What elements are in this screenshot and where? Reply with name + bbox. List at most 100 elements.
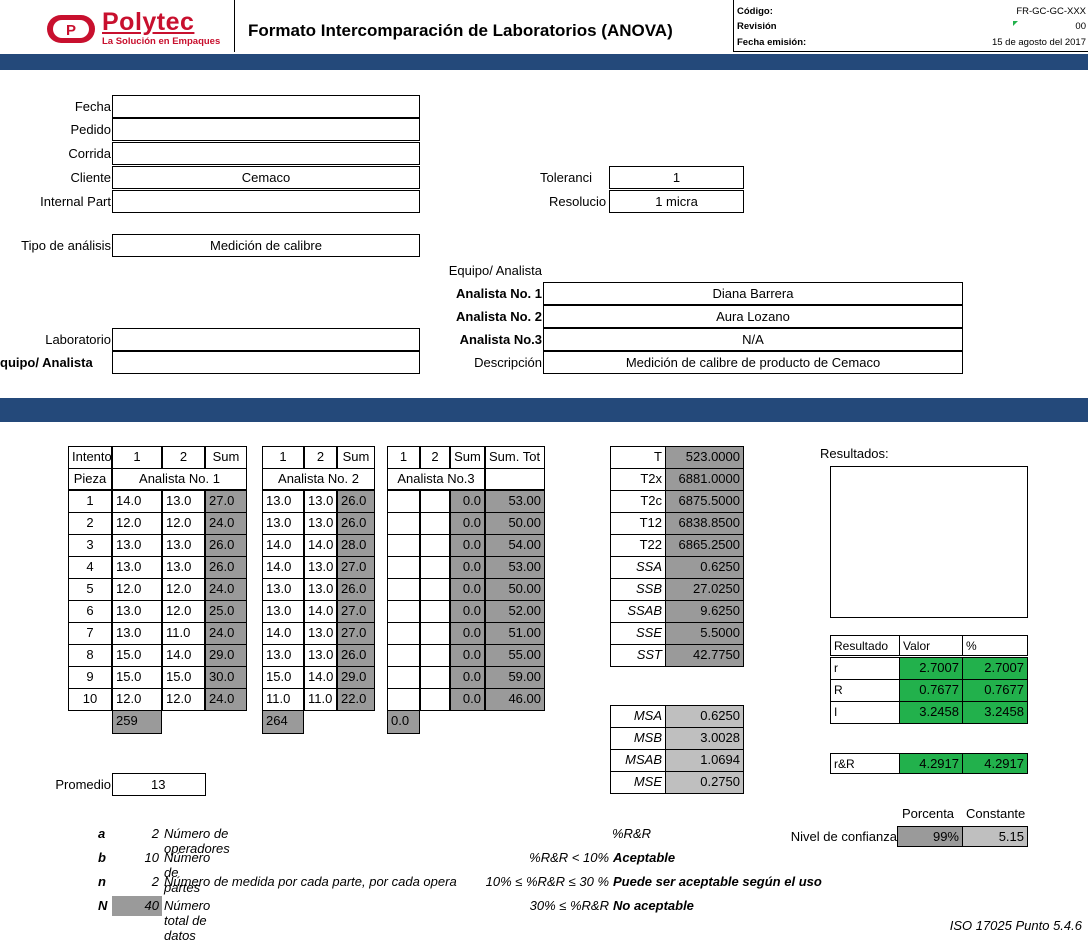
logo: P Polytec La Solución en Empaques [40, 4, 230, 48]
rr-pct: 4.2917 [962, 753, 1028, 774]
promedio-field[interactable]: 13 [112, 773, 206, 796]
resultado-valor: 3.2458 [899, 701, 963, 724]
row-bs: 22.0 [337, 688, 375, 711]
pedido-label: Pedido [70, 122, 111, 137]
row-a2: 12.0 [162, 578, 205, 601]
rr-label: r&R [830, 753, 900, 774]
row-bs: 26.0 [337, 490, 375, 513]
criteria-title: %R&R [612, 826, 652, 841]
ms-value: 0.6250 [665, 705, 744, 728]
row-b2: 13.0 [304, 490, 337, 513]
row-cs: 0.0 [450, 578, 485, 601]
stat-label: T22 [610, 534, 666, 557]
row-a2: 12.0 [162, 512, 205, 535]
total-c: 0.0 [387, 710, 420, 734]
analista3-header: Analista No.3 [387, 468, 485, 490]
analista1-field[interactable]: Diana Barrera [543, 282, 963, 305]
row-pieza: 1 [68, 490, 112, 513]
row-as: 27.0 [205, 490, 247, 513]
internal-part-field[interactable] [112, 190, 420, 213]
logo-tagline: La Solución en Empaques [102, 36, 221, 47]
legend-text: Número de medida por cada parte, por cad… [164, 874, 457, 889]
analista3-field[interactable]: N/A [543, 328, 963, 351]
row-a1: 13.0 [112, 534, 162, 557]
stat-value: 6838.8500 [665, 512, 744, 535]
row-b1: 13.0 [262, 490, 304, 513]
porcenta-label: Porcenta [902, 806, 955, 821]
resultado-valor: 2.7007 [899, 657, 963, 680]
criteria-3-result: No aceptable [613, 898, 694, 913]
row-as: 24.0 [205, 578, 247, 601]
ms-label: MSA [610, 705, 666, 728]
row-tot: 50.00 [485, 578, 545, 601]
row-c2 [420, 600, 450, 623]
ms-label: MSB [610, 727, 666, 750]
total-b: 264 [262, 710, 304, 734]
row-b1: 15.0 [262, 666, 304, 689]
pedido-field[interactable] [112, 118, 420, 141]
row-c2 [420, 666, 450, 689]
row-bs: 27.0 [337, 556, 375, 579]
resultado-pct: 3.2458 [962, 701, 1028, 724]
stat-value: 9.6250 [665, 600, 744, 623]
criteria-2-result: Puede ser aceptable según el uso [613, 874, 822, 889]
revision-label: Revisión [737, 21, 777, 32]
h-c1: 1 [387, 446, 420, 469]
row-b1: 11.0 [262, 688, 304, 711]
row-a1: 15.0 [112, 644, 162, 667]
codigo-label: Código: [737, 6, 773, 17]
row-cs: 0.0 [450, 644, 485, 667]
tolerancia-label: Toleranci [540, 170, 593, 185]
row-cs: 0.0 [450, 622, 485, 645]
nivel-confianza-label: Nivel de confianza [790, 829, 897, 844]
row-c1 [387, 622, 420, 645]
row-a2: 15.0 [162, 666, 205, 689]
row-a2: 14.0 [162, 644, 205, 667]
tolerancia-field[interactable]: 1 [609, 166, 744, 189]
analista1-header: Analista No. 1 [112, 468, 247, 490]
ms-label: MSAB [610, 749, 666, 772]
row-as: 25.0 [205, 600, 247, 623]
equipo-field[interactable] [112, 351, 420, 374]
fecha-field[interactable] [112, 95, 420, 118]
row-b1: 13.0 [262, 512, 304, 535]
row-as: 24.0 [205, 688, 247, 711]
fecha-emision-label: Fecha emisión: [737, 37, 807, 48]
row-cs: 0.0 [450, 512, 485, 535]
ms-label: MSE [610, 771, 666, 794]
resultado-pct: 2.7007 [962, 657, 1028, 680]
row-cs: 0.0 [450, 688, 485, 711]
descripcion-field[interactable]: Medición de calibre de producto de Cemac… [543, 351, 963, 374]
corrida-field[interactable] [112, 142, 420, 165]
row-b2: 13.0 [304, 578, 337, 601]
resultado-valor: 0.7677 [899, 679, 963, 702]
row-c1 [387, 578, 420, 601]
cliente-field[interactable]: Cemaco [112, 166, 420, 189]
row-c1 [387, 644, 420, 667]
row-tot: 50.00 [485, 512, 545, 535]
analista1-label: Analista No. 1 [456, 286, 542, 301]
row-b1: 13.0 [262, 600, 304, 623]
legend-value: 2 [151, 874, 159, 889]
row-pieza: 6 [68, 600, 112, 623]
footer-norm: ISO 17025 Punto 5.4.6 [949, 918, 1082, 933]
legend-symbol: a [98, 826, 106, 841]
laboratorio-label: Laboratorio [45, 332, 111, 347]
laboratorio-field[interactable] [112, 328, 420, 351]
analista2-field[interactable]: Aura Lozano [543, 305, 963, 328]
row-b2: 13.0 [304, 644, 337, 667]
stat-value: 42.7750 [665, 644, 744, 667]
stat-label: SSA [610, 556, 666, 579]
tipo-analisis-field[interactable]: Medición de calibre [112, 234, 420, 257]
row-c2 [420, 556, 450, 579]
row-a1: 12.0 [112, 688, 162, 711]
row-tot: 52.00 [485, 600, 545, 623]
header: P Polytec La Solución en Empaques Format… [0, 0, 1088, 52]
stat-value: 6875.5000 [665, 490, 744, 513]
resolucion-field[interactable]: 1 micra [609, 190, 744, 213]
row-a1: 12.0 [112, 512, 162, 535]
row-pieza: 3 [68, 534, 112, 557]
row-cs: 0.0 [450, 556, 485, 579]
row-as: 26.0 [205, 556, 247, 579]
legend-symbol: b [98, 850, 106, 865]
